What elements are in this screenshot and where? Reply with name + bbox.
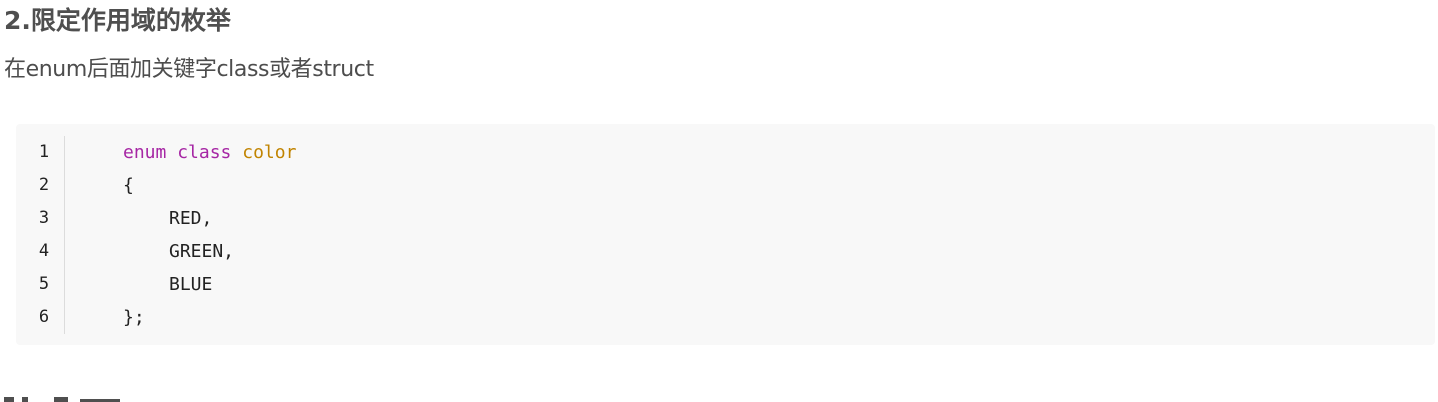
next-heading-partial — [0, 394, 130, 402]
code-line: BLUE — [123, 268, 296, 301]
code-token: { — [123, 175, 134, 196]
code-token: RED, — [169, 208, 213, 229]
line-number: 1 — [38, 142, 50, 162]
line-number: 4 — [38, 241, 50, 261]
code-token: }; — [123, 307, 145, 328]
code-token: BLUE — [169, 274, 213, 295]
code-line: RED, — [123, 202, 296, 235]
line-number: 3 — [38, 208, 50, 228]
keyword-token: class — [177, 142, 232, 163]
keyword-token: enum — [123, 142, 167, 163]
line-number: 5 — [38, 274, 50, 294]
section-heading: 2.限定作用域的枚举 — [4, 6, 231, 35]
code-token: GREEN, — [169, 241, 235, 262]
line-number: 6 — [38, 307, 50, 327]
code-line: }; — [123, 301, 296, 334]
code-line: GREEN, — [123, 235, 296, 268]
code-line: { — [123, 169, 296, 202]
section-description: 在enum后面加关键字class或者struct — [4, 57, 374, 82]
line-number-gutter: 1 2 3 4 5 6 — [16, 136, 65, 334]
code-content: enum class color { RED, GREEN, BLUE }; — [123, 136, 296, 334]
line-number: 2 — [38, 175, 50, 195]
type-name-token: color — [242, 142, 297, 163]
code-line: enum class color — [123, 136, 296, 169]
code-block: 1 2 3 4 5 6 enum class color { RED, GREE… — [16, 124, 1435, 345]
